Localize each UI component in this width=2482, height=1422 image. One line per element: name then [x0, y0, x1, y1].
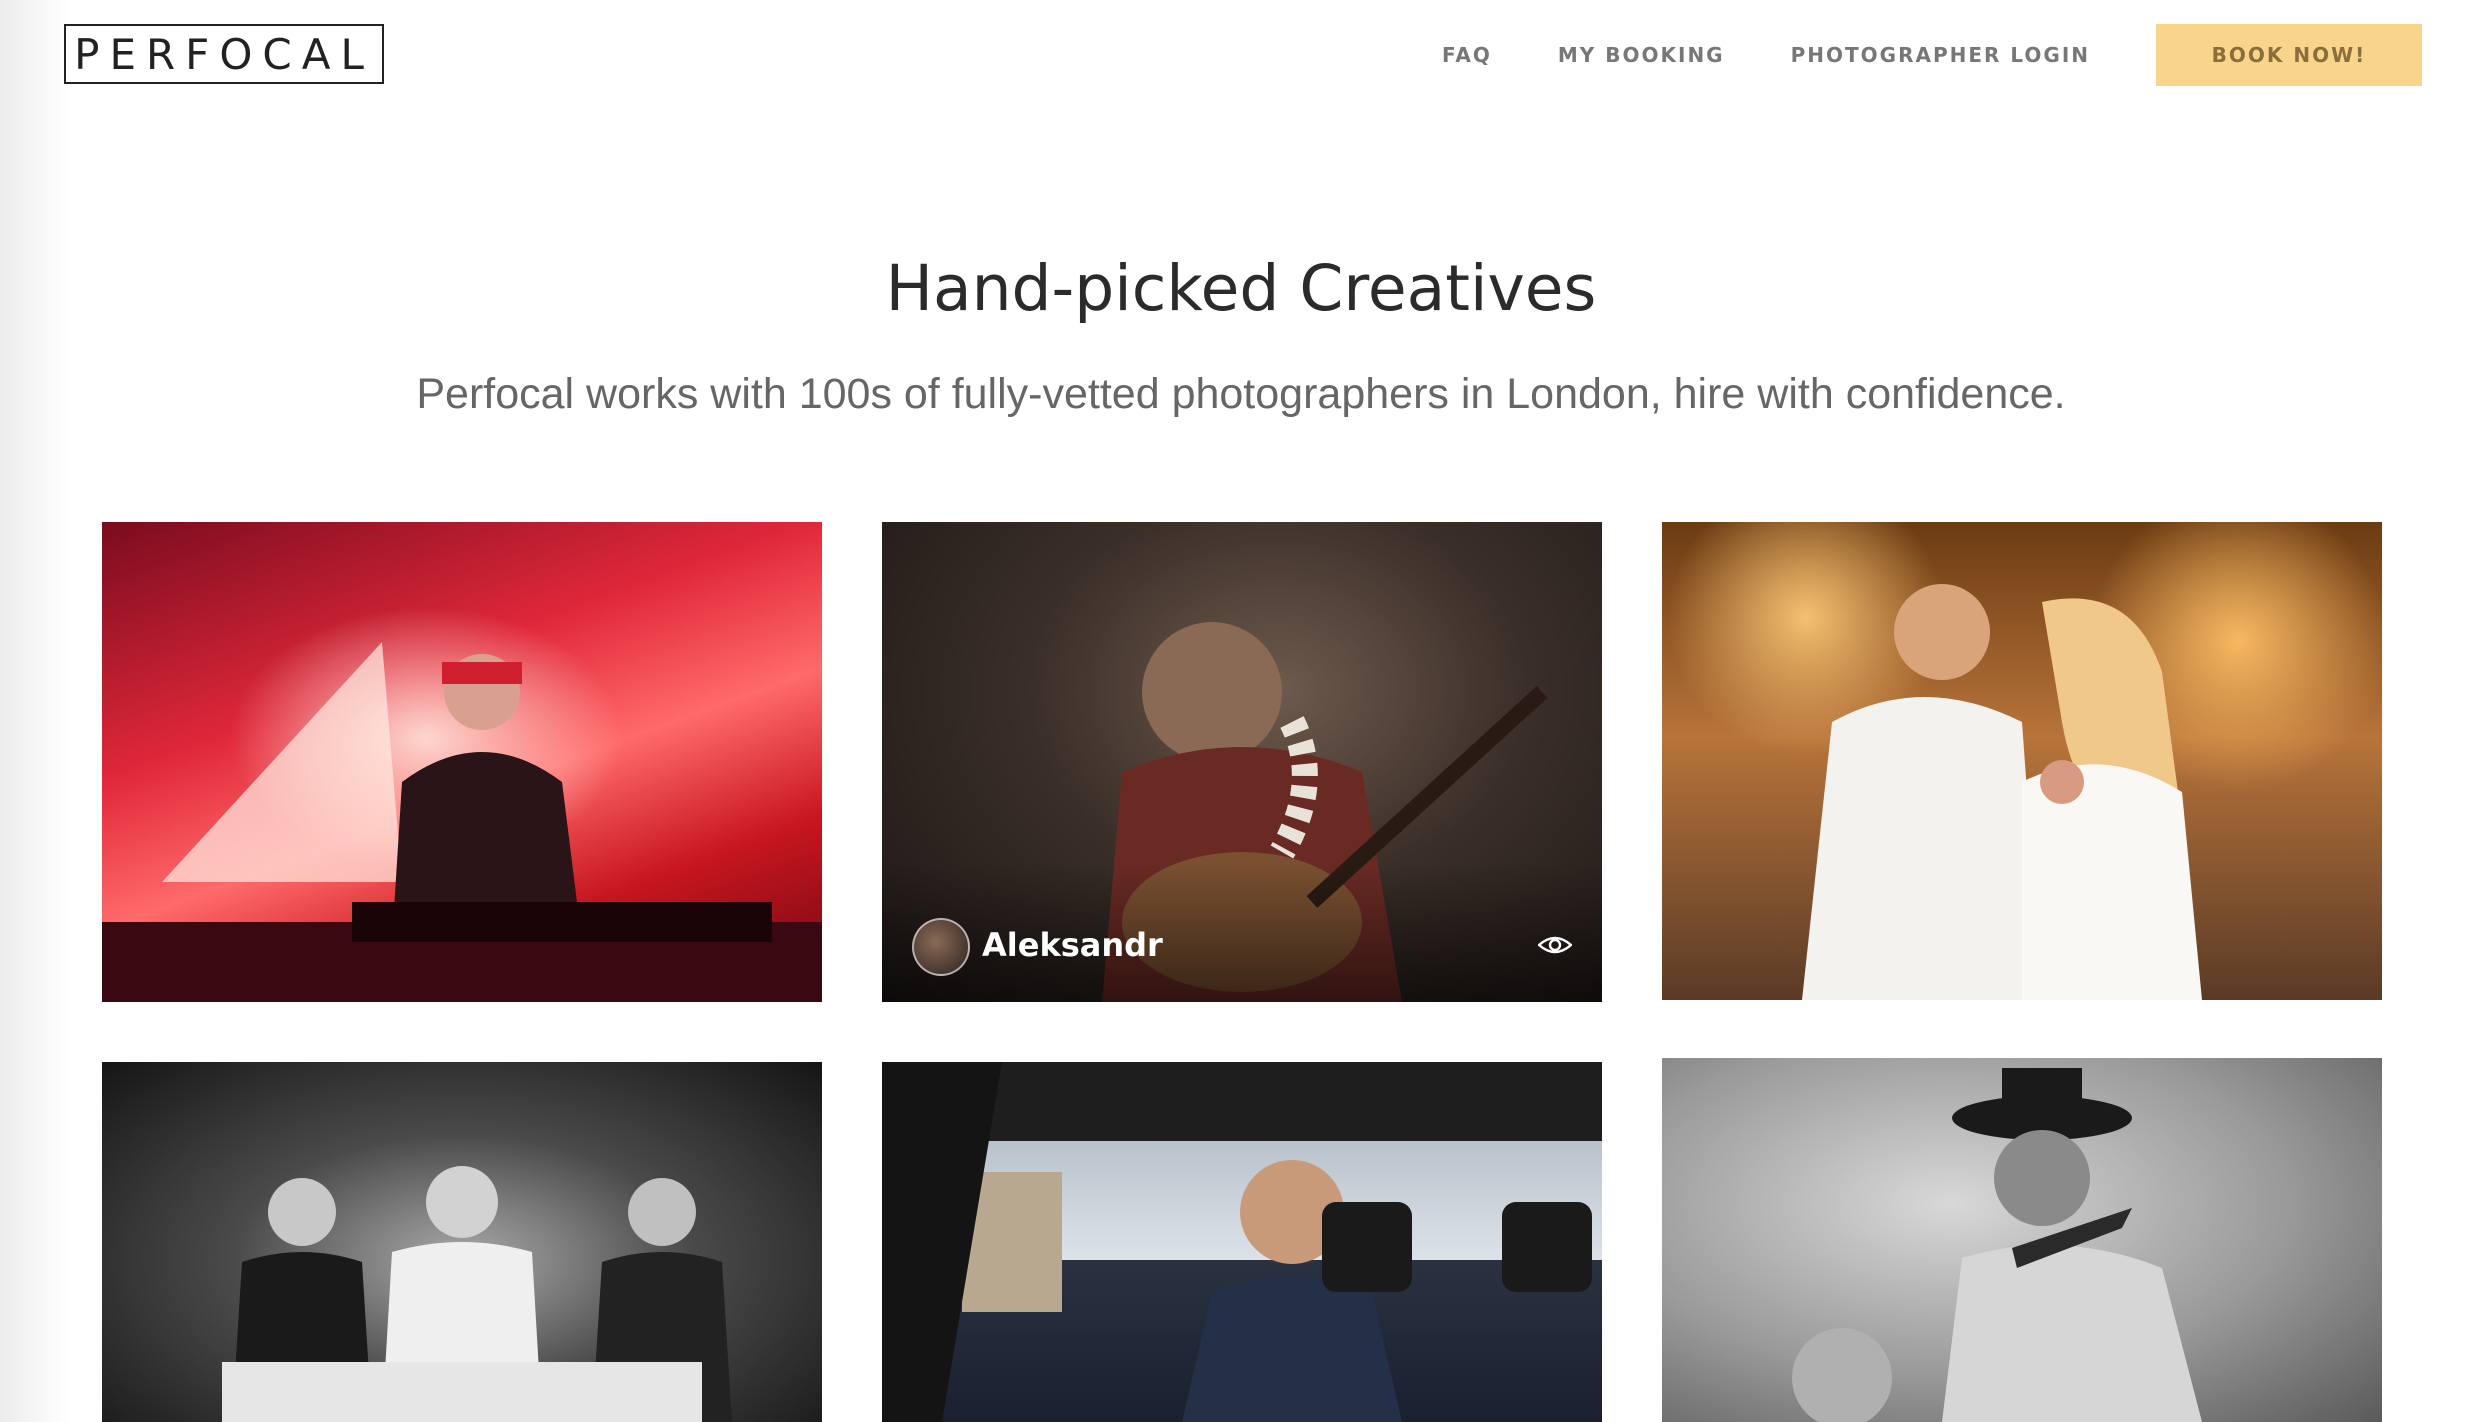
couple-silhouette [1802, 584, 2202, 1000]
perfocal-logo[interactable]: PERFOCAL [64, 24, 384, 84]
page-subtitle: Perfocal works with 100s of fully-vetted… [416, 370, 2066, 418]
page-edge-shadow [0, 0, 70, 1422]
eye-icon[interactable] [1538, 934, 1572, 956]
gallery-card-violinist[interactable] [1662, 1058, 2382, 1422]
party-silhouette [222, 1166, 732, 1422]
gallery-card-couple[interactable] [1662, 522, 2382, 1000]
nav-photographer-login[interactable]: PHOTOGRAPHER LOGIN [1791, 43, 2090, 67]
car-silhouette [882, 1062, 1592, 1422]
gallery-card-car[interactable] [882, 1062, 1602, 1422]
gallery-card-party[interactable] [102, 1062, 822, 1422]
book-now-button[interactable]: BOOK NOW! [2156, 24, 2422, 86]
gallery-card-dj[interactable] [102, 522, 822, 1002]
photographer-avatar [912, 918, 970, 976]
gallery-card-guitarist[interactable]: Aleksandr [882, 522, 1602, 1002]
photo-dj-performing [102, 522, 822, 1002]
violinist-silhouette [1792, 1068, 2202, 1422]
top-navigation: FAQ MY BOOKING PHOTOGRAPHER LOGIN BOOK N… [1442, 24, 2422, 86]
dj-silhouette [102, 642, 822, 1002]
photographer-name[interactable]: Aleksandr [982, 926, 1163, 964]
nav-my-booking[interactable]: MY BOOKING [1558, 43, 1725, 67]
photo-couple-kissing [1662, 522, 2382, 1000]
photo-violinist [1662, 1058, 2382, 1422]
page-title: Hand-picked Creatives [885, 252, 1597, 325]
photo-man-in-car [882, 1062, 1602, 1422]
nav-faq[interactable]: FAQ [1442, 43, 1492, 67]
photo-party-guests [102, 1062, 822, 1422]
